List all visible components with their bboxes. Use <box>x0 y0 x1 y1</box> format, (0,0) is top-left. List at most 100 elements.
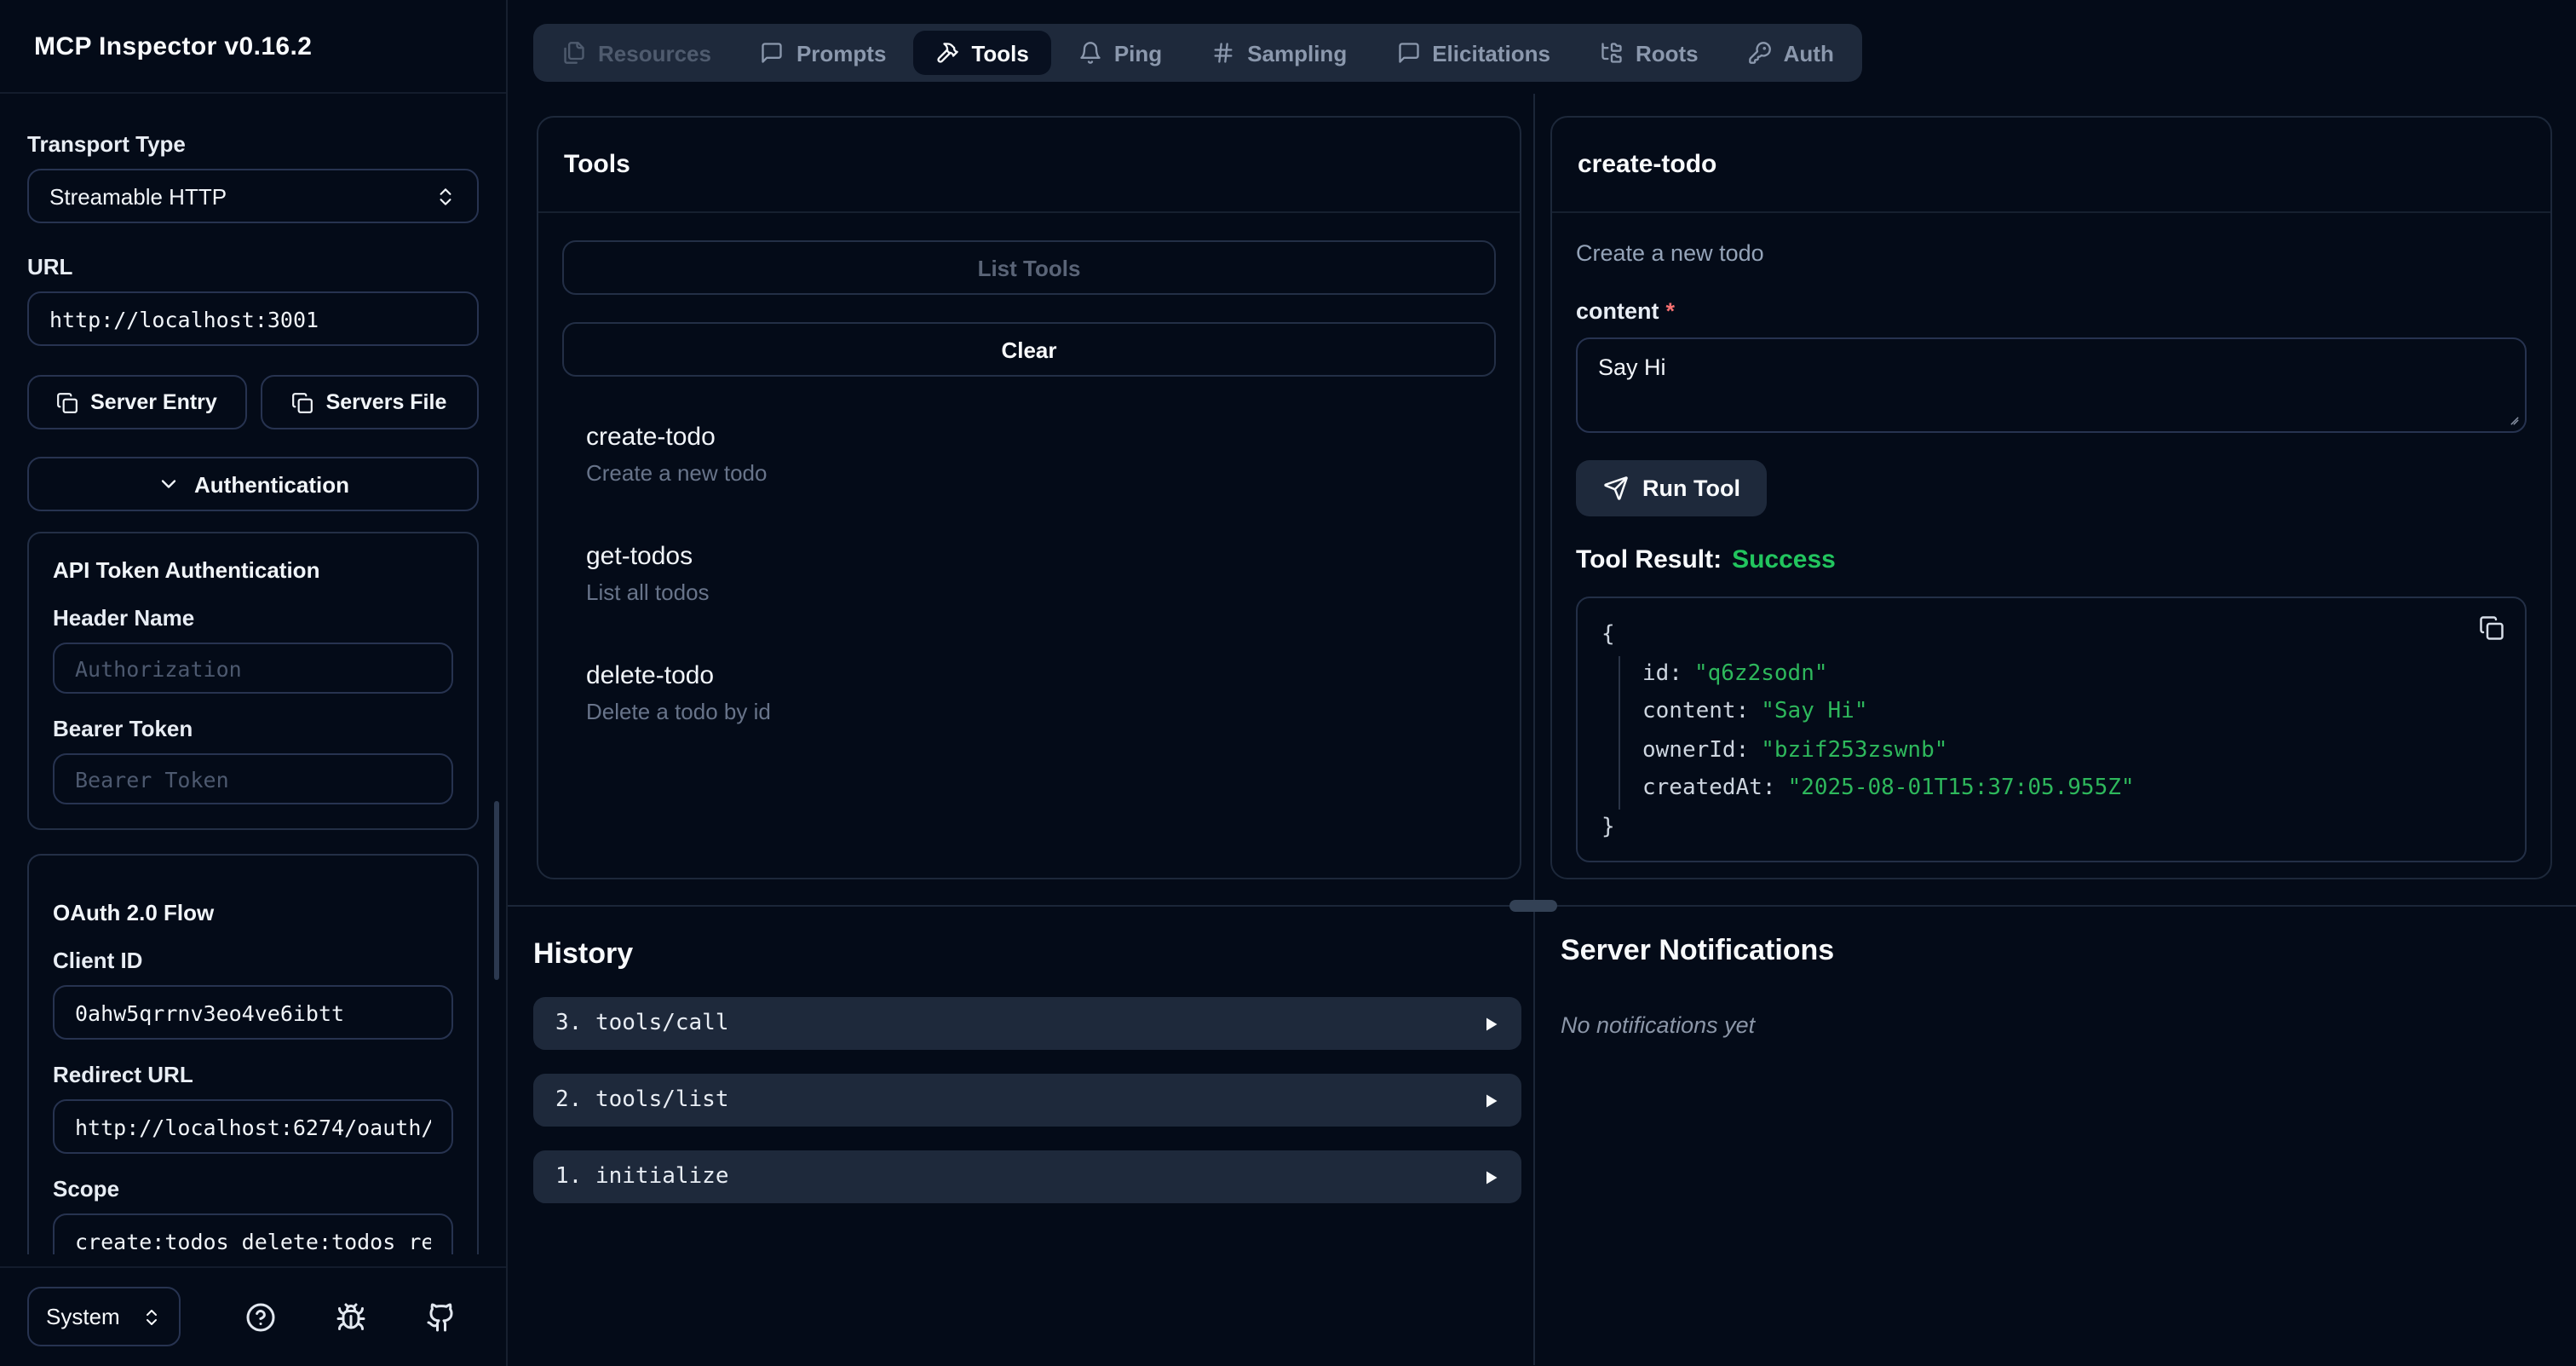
transport-type-label: Transport Type <box>27 131 479 157</box>
run-tool-button[interactable]: Run Tool <box>1576 460 1768 516</box>
tab-label: Ping <box>1114 40 1162 66</box>
copy-icon <box>292 391 314 413</box>
server-notifications-title: Server Notifications <box>1561 934 1834 968</box>
sidebar-scrollbar[interactable] <box>494 801 499 980</box>
json-key: id: <box>1642 660 1682 686</box>
json-key: ownerId: <box>1642 737 1749 763</box>
tool-name: get-todos <box>586 542 1472 571</box>
tools-panel-title: Tools <box>564 150 630 179</box>
history-entry[interactable]: 2. tools/list <box>533 1074 1521 1127</box>
tools-panel: Tools List Tools Clear create-todo Creat… <box>537 116 1521 879</box>
app-title: MCP Inspector v0.16.2 <box>34 32 312 61</box>
api-token-auth-card: API Token Authentication Header Name Bea… <box>27 532 479 830</box>
theme-select[interactable]: System <box>27 1287 181 1346</box>
tool-name: create-todo <box>586 423 1472 452</box>
expand-arrow-icon <box>1482 1092 1499 1109</box>
client-id-input[interactable] <box>53 985 453 1040</box>
github-button[interactable] <box>426 1301 457 1332</box>
sidebar: MCP Inspector v0.16.2 Transport Type Str… <box>0 0 508 1366</box>
tool-list-item[interactable]: create-todo Create a new todo <box>586 423 1472 486</box>
resize-handle-icon[interactable] <box>2504 411 2520 426</box>
server-entry-button[interactable]: Server Entry <box>27 375 246 429</box>
hash-icon <box>1211 41 1235 65</box>
tab-roots[interactable]: Roots <box>1578 31 1721 75</box>
tool-list: create-todo Create a new todo get-todos … <box>562 377 1496 724</box>
message-square-icon <box>761 41 785 65</box>
json-value: "q6z2sodn" <box>1694 660 1828 686</box>
redirect-url-input[interactable] <box>53 1099 453 1154</box>
client-id-label: Client ID <box>53 948 453 973</box>
tab-ping[interactable]: Ping <box>1056 31 1184 75</box>
json-row: content:"Say Hi" <box>1642 694 2501 732</box>
url-label: URL <box>27 254 479 280</box>
github-icon <box>426 1301 457 1332</box>
tool-result-line: Tool Result:Success <box>1576 545 2527 574</box>
oauth-flow-card: OAuth 2.0 Flow Client ID Redirect URL Sc… <box>27 854 479 1254</box>
tool-detail-header: create-todo <box>1552 118 2550 213</box>
tab-elicitations[interactable]: Elicitations <box>1374 31 1573 75</box>
tool-name: delete-todo <box>586 661 1472 690</box>
required-asterisk: * <box>1666 298 1676 324</box>
tab-auth[interactable]: Auth <box>1726 31 1856 75</box>
tab-label: Sampling <box>1247 40 1347 66</box>
tab-label: Resources <box>598 40 711 66</box>
tool-detail-body: Create a new todo content * Say Hi Run To… <box>1552 213 2550 879</box>
json-value: "bzif253zswnb" <box>1761 737 1947 763</box>
expand-arrow-icon <box>1482 1015 1499 1032</box>
transport-type-select[interactable]: Streamable HTTP <box>27 169 479 223</box>
help-button[interactable] <box>245 1301 276 1332</box>
header-name-input[interactable] <box>53 643 453 694</box>
json-open-brace: { <box>1601 617 2501 655</box>
help-circle-icon <box>245 1301 276 1332</box>
authentication-toggle[interactable]: Authentication <box>27 457 479 511</box>
oauth-flow-title: OAuth 2.0 Flow <box>53 900 453 925</box>
bearer-token-input[interactable] <box>53 753 453 804</box>
json-row: createdAt:"2025-08-01T15:37:05.955Z" <box>1642 770 2501 809</box>
tool-detail-panel: create-todo Create a new todo content * S… <box>1550 116 2552 879</box>
history-title: History <box>533 937 633 971</box>
copy-icon <box>56 391 78 413</box>
tab-label: Auth <box>1784 40 1834 66</box>
tool-description: Create a new todo <box>586 460 1472 486</box>
vertical-split-divider[interactable] <box>1533 94 1535 1365</box>
header-name-label: Header Name <box>53 605 453 631</box>
redirect-url-label: Redirect URL <box>53 1062 453 1087</box>
json-rows: id: "q6z2sodn" content:"Say Hi" ownerId: "… <box>1619 655 2501 809</box>
scope-input[interactable] <box>53 1213 453 1254</box>
url-input[interactable] <box>27 291 479 346</box>
tab-prompts[interactable]: Prompts <box>739 31 908 75</box>
json-close-brace: } <box>1601 809 2501 847</box>
history-entry[interactable]: 1. initialize <box>533 1150 1521 1203</box>
sidebar-body: Transport Type Streamable HTTP URL Serve… <box>0 94 506 1265</box>
content-textarea[interactable]: Say Hi <box>1576 337 2527 433</box>
chevrons-up-down-icon <box>434 185 457 207</box>
key-icon <box>1748 41 1772 65</box>
tool-description: Delete a todo by id <box>586 699 1472 724</box>
tool-list-item[interactable]: delete-todo Delete a todo by id <box>586 661 1472 724</box>
json-value: "2025-08-01T15:37:05.955Z" <box>1788 775 2135 801</box>
transport-type-value: Streamable HTTP <box>49 183 227 209</box>
bug-report-button[interactable] <box>336 1301 366 1332</box>
split-drag-handle[interactable] <box>1509 899 1557 911</box>
history-entry-label: 1. initialize <box>555 1164 729 1190</box>
mcp-inspector-app: MCP Inspector v0.16.2 Transport Type Str… <box>0 0 2576 1366</box>
tool-result-status: Success <box>1732 545 1836 574</box>
copy-result-button[interactable] <box>2479 615 2504 646</box>
field-label-text: content <box>1576 298 1659 324</box>
servers-file-button[interactable]: Servers File <box>260 375 479 429</box>
bell-icon <box>1078 41 1102 65</box>
clear-tools-button[interactable]: Clear <box>562 322 1496 377</box>
tab-resources[interactable]: Resources <box>540 31 733 75</box>
list-tools-button[interactable]: List Tools <box>562 240 1496 295</box>
tool-detail-description: Create a new todo <box>1576 240 2527 266</box>
tab-tools[interactable]: Tools <box>913 31 1050 75</box>
chevrons-up-down-icon <box>141 1306 162 1327</box>
notifications-empty-text: No notifications yet <box>1561 1012 1755 1038</box>
run-tool-label: Run Tool <box>1642 476 1740 501</box>
json-key: content: <box>1642 699 1749 724</box>
authentication-toggle-label: Authentication <box>194 471 349 497</box>
tools-panel-body: List Tools Clear create-todo Create a ne… <box>538 213 1520 808</box>
tab-sampling[interactable]: Sampling <box>1189 31 1369 75</box>
history-entry[interactable]: 3. tools/call <box>533 997 1521 1050</box>
tool-list-item[interactable]: get-todos List all todos <box>586 542 1472 605</box>
